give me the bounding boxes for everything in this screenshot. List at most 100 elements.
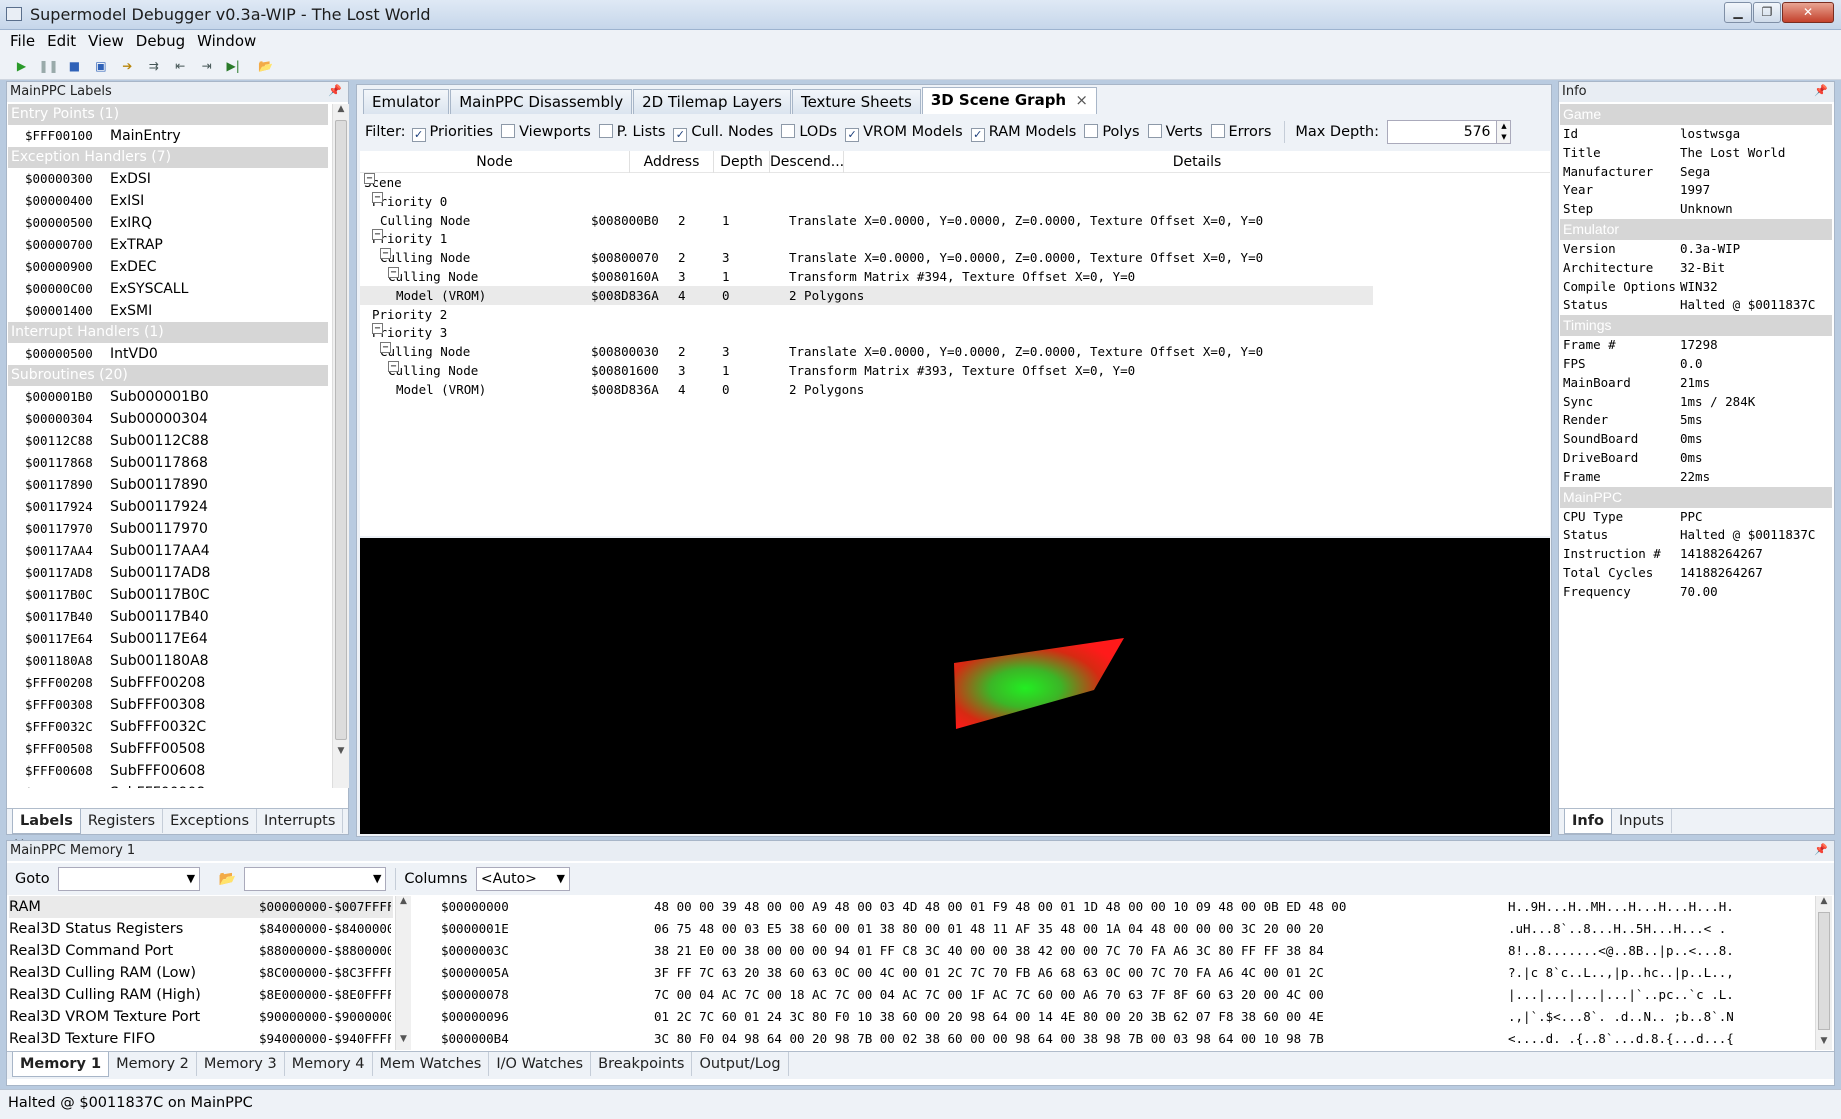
- tab-emulator[interactable]: Emulator: [363, 89, 450, 114]
- expand-toggle-icon[interactable]: −: [372, 191, 383, 203]
- label-row[interactable]: $00000900 ExDEC: [8, 256, 328, 278]
- close-tab-icon[interactable]: ×: [1075, 91, 1088, 109]
- label-row[interactable]: $00117924 Sub00117924: [8, 496, 328, 518]
- open-folder-icon[interactable]: 📂: [256, 57, 275, 76]
- label-row[interactable]: $00117E64 Sub00117E64: [8, 628, 328, 650]
- step-out-icon[interactable]: ⇤: [171, 57, 190, 76]
- filter-vrom-models[interactable]: ✓ VROM Models: [845, 116, 963, 148]
- scene-row[interactable]: − Priority 1: [360, 229, 1373, 248]
- col-details[interactable]: Details: [844, 151, 1550, 173]
- col-node[interactable]: Node: [360, 151, 630, 173]
- hex-scrollbar[interactable]: ▲ ▼: [1815, 896, 1832, 1050]
- scene-row[interactable]: − Scene: [360, 173, 1373, 192]
- label-row[interactable]: $00000500 IntVD0: [8, 343, 328, 365]
- label-row[interactable]: $FFF00608 SubFFF00608: [8, 760, 328, 782]
- scene-row[interactable]: − Culling Node $00800030 2 3 Translate X=0.00…: [360, 342, 1373, 361]
- tab-memory-1[interactable]: Memory 1: [12, 1052, 110, 1077]
- maximize-button[interactable]: ❐: [1753, 2, 1781, 23]
- max-depth-input[interactable]: 576: [1387, 120, 1498, 144]
- scroll-up-icon[interactable]: ▲: [333, 104, 349, 114]
- tab-info[interactable]: Info: [1564, 809, 1612, 834]
- memory-region-row[interactable]: Real3D VROM Texture Port $90000000-$90000…: [9, 1006, 393, 1028]
- scene-row[interactable]: Model (VROM) $008D836A 4 0 2 Polygons: [360, 285, 1373, 305]
- reset-icon[interactable]: ▣: [91, 57, 110, 76]
- checkbox[interactable]: ✓: [673, 128, 688, 142]
- label-row[interactable]: $00112C88 Sub00112C88: [8, 430, 328, 452]
- label-row[interactable]: $00000300 ExDSI: [8, 168, 328, 190]
- scroll-down-icon[interactable]: ▼: [333, 746, 349, 756]
- scene-row[interactable]: Model (VROM) $008D836A 4 0 2 Polygons: [360, 380, 1373, 399]
- col-depth[interactable]: Depth: [714, 151, 770, 173]
- tab-output-log[interactable]: Output/Log: [692, 1052, 789, 1076]
- step-into-icon[interactable]: ➔: [118, 57, 137, 76]
- col-descendants[interactable]: Descend...: [770, 151, 844, 173]
- pin-icon[interactable]: 📌: [1814, 843, 1828, 856]
- open-folder-icon[interactable]: 📂: [219, 863, 236, 895]
- label-row[interactable]: $00001400 ExSMI: [8, 300, 328, 322]
- filter-priorities[interactable]: ✓ Priorities: [411, 116, 493, 148]
- tab-memory-4[interactable]: Memory 4: [285, 1052, 373, 1076]
- tab-labels[interactable]: Labels: [12, 809, 81, 834]
- label-row[interactable]: $FFF00100 MainEntry: [8, 125, 328, 147]
- scene-row[interactable]: − Culling Node $0080160A 3 1 Transform Matrix…: [360, 267, 1373, 286]
- filter-ram-models[interactable]: ✓ RAM Models: [970, 116, 1076, 148]
- label-row[interactable]: $00000400 ExISI: [8, 190, 328, 212]
- tab-breakpoints[interactable]: Breakpoints: [591, 1052, 693, 1076]
- scene-row[interactable]: − Priority 0: [360, 191, 1373, 211]
- label-row[interactable]: $00000C00 ExSYSCALL: [8, 278, 328, 300]
- scene-row[interactable]: − Culling Node $00800070 2 3 Translate X=0.00…: [360, 248, 1373, 267]
- info-section-header[interactable]: Game: [1560, 104, 1832, 125]
- col-address[interactable]: Address: [630, 151, 714, 173]
- tab-2d-tilemap-layers[interactable]: 2D Tilemap Layers: [633, 89, 791, 114]
- expand-toggle-icon[interactable]: −: [388, 267, 399, 278]
- checkbox[interactable]: [598, 124, 613, 138]
- label-group-header[interactable]: Subroutines (20): [8, 365, 328, 386]
- menu-view[interactable]: View: [82, 30, 130, 52]
- label-group-header[interactable]: Exception Handlers (7): [8, 147, 328, 168]
- expand-toggle-icon[interactable]: −: [388, 361, 399, 372]
- pin-icon[interactable]: 📌: [328, 84, 342, 97]
- checkbox[interactable]: [1084, 124, 1099, 138]
- tab-mem-watches[interactable]: Mem Watches: [373, 1052, 490, 1076]
- label-row[interactable]: $00117AA4 Sub00117AA4: [8, 540, 328, 562]
- filter-errors[interactable]: Errors: [1210, 116, 1271, 148]
- tab-registers[interactable]: Registers: [81, 809, 164, 833]
- menu-debug[interactable]: Debug: [130, 30, 191, 52]
- close-window-button[interactable]: ✕: [1782, 2, 1834, 23]
- info-section-header[interactable]: MainPPC: [1560, 486, 1832, 508]
- filter-cull-nodes[interactable]: ✓ Cull. Nodes: [673, 116, 773, 148]
- tab-memory-2[interactable]: Memory 2: [109, 1052, 197, 1076]
- filter-lods[interactable]: LODs: [781, 116, 837, 148]
- scene-row[interactable]: Culling Node $008000B0 2 1 Translate X=0.000…: [360, 211, 1373, 230]
- scene-row[interactable]: − Priority 3: [360, 323, 1373, 342]
- tab-memory-3[interactable]: Memory 3: [197, 1052, 285, 1076]
- label-row[interactable]: $FFF00308 SubFFF00308: [8, 694, 328, 716]
- menu-edit[interactable]: Edit: [41, 30, 82, 52]
- checkbox[interactable]: [1210, 124, 1225, 138]
- label-row[interactable]: $FFF00508 SubFFF00508: [8, 738, 328, 760]
- filter-viewports[interactable]: Viewports: [501, 116, 591, 148]
- minimize-button[interactable]: ▁: [1724, 2, 1752, 23]
- tab-texture-sheets[interactable]: Texture Sheets: [791, 89, 921, 114]
- memory-region-row[interactable]: Real3D Culling RAM (Low) $8C000000-$8C3FF…: [9, 962, 393, 984]
- pin-icon[interactable]: 📌: [1814, 84, 1828, 97]
- expand-toggle-icon[interactable]: −: [380, 342, 391, 354]
- filter-p-lists[interactable]: P. Lists: [598, 116, 665, 148]
- tab-3d-scene-graph[interactable]: 3D Scene Graph ×: [921, 87, 1097, 114]
- tab-i-o-watches[interactable]: I/O Watches: [489, 1052, 592, 1076]
- memory-region-row[interactable]: Real3D Status Registers $84000000-$840000…: [9, 918, 393, 940]
- info-section-header[interactable]: Timings: [1560, 315, 1832, 337]
- scene-row[interactable]: Priority 2: [360, 305, 1373, 324]
- hex-view[interactable]: $00000000 48 00 00 39 48 00 00 A9 48 00 0…: [415, 896, 1809, 1050]
- max-depth-spinner[interactable]: ▲ ▼: [1497, 120, 1512, 144]
- label-row[interactable]: $00117B0C Sub00117B0C: [8, 584, 328, 606]
- run-to-cursor-icon[interactable]: ⇥: [197, 57, 216, 76]
- expand-toggle-icon[interactable]: −: [372, 323, 383, 335]
- expand-toggle-icon[interactable]: −: [372, 229, 383, 241]
- label-group-header[interactable]: Interrupt Handlers (1): [8, 322, 328, 343]
- labels-scroll-thumb[interactable]: [335, 120, 347, 740]
- checkbox[interactable]: ✓: [411, 128, 426, 142]
- 3d-viewport[interactable]: [360, 538, 1550, 834]
- info-section-header[interactable]: Emulator: [1560, 218, 1832, 240]
- label-row[interactable]: $00117AD8 Sub00117AD8: [8, 562, 328, 584]
